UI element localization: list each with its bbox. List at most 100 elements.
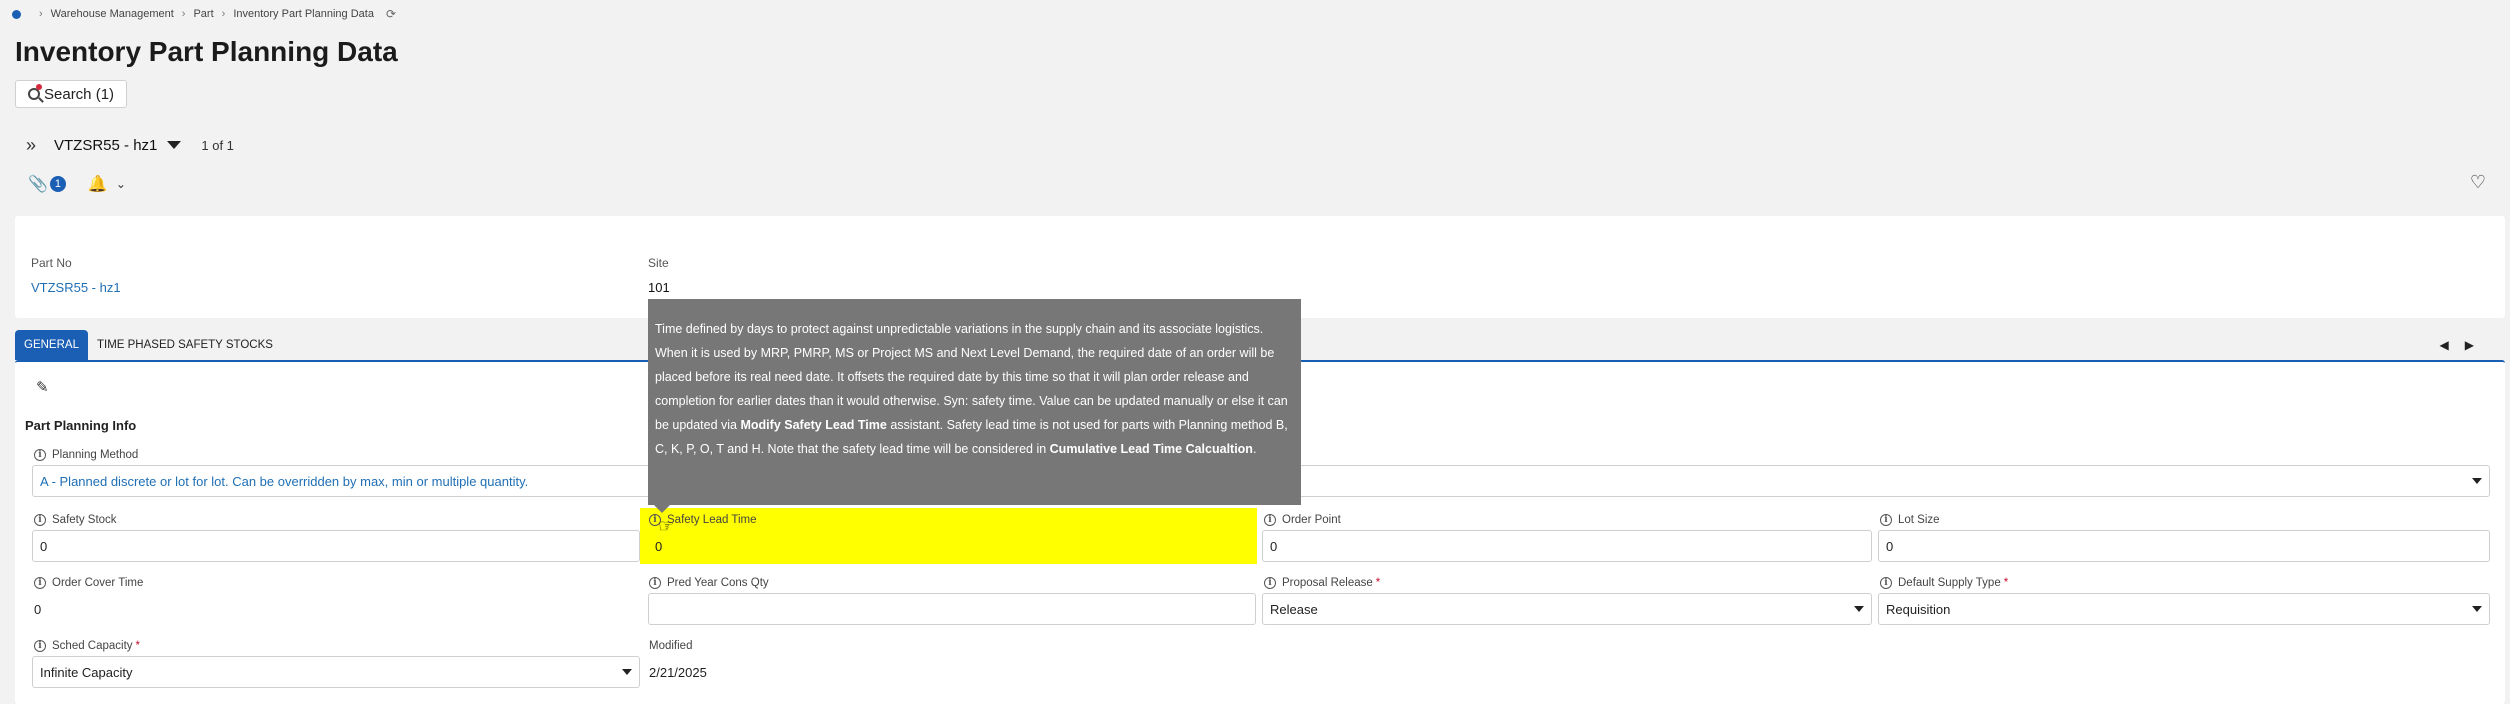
info-icon[interactable]: i <box>1264 514 1276 526</box>
chevron-left-icon[interactable]: ◀ <box>2440 338 2465 352</box>
modified-value: 2/21/2025 <box>649 664 707 680</box>
default-supply-type-label: i Default Supply Type * <box>1880 575 2008 591</box>
tooltip-text: Time defined by days to protect against … <box>655 322 1288 432</box>
breadcrumb-separator: › <box>181 8 186 20</box>
toolbar: 📎 1 🔔 ⌄ <box>28 174 126 194</box>
tooltip-bold-text: Modify Safety Lead Time <box>740 418 887 432</box>
safety-stock-value: 0 <box>40 538 48 554</box>
part-no-link[interactable]: VTZSR55 - hz1 <box>31 280 121 295</box>
order-cover-time-value: 0 <box>34 601 42 617</box>
breadcrumb-separator: › <box>39 8 43 20</box>
breadcrumb-item-warehouse[interactable]: Warehouse Management <box>51 8 174 20</box>
planning-method-label-text: Planning Method <box>52 449 139 461</box>
part-no-label: Part No <box>31 256 72 270</box>
breadcrumb-item-part[interactable]: Part <box>193 8 213 20</box>
pred-year-cons-qty-label: i Pred Year Cons Qty <box>649 575 769 591</box>
info-icon[interactable]: i <box>1880 514 1892 526</box>
sched-capacity-value: Infinite Capacity <box>40 664 133 680</box>
home-icon[interactable] <box>12 9 21 19</box>
order-point-value: 0 <box>1270 538 1278 554</box>
info-icon[interactable]: i <box>1264 577 1276 589</box>
sched-capacity-select[interactable]: Infinite Capacity <box>32 656 640 688</box>
chevron-down-icon <box>2472 606 2482 612</box>
bell-icon[interactable]: 🔔 <box>88 174 108 194</box>
breadcrumb-item-current: Inventory Part Planning Data <box>233 8 374 20</box>
sched-capacity-label-text: Sched Capacity <box>52 640 133 652</box>
planning-method-value: A - Planned discrete or lot for lot. Can… <box>40 473 529 489</box>
planning-method-label: i Planning Method <box>34 447 138 463</box>
safety-stock-label-text: Safety Stock <box>52 514 117 526</box>
required-marker: * <box>1375 577 1381 589</box>
default-supply-type-value: Requisition <box>1886 601 1951 617</box>
lot-size-value: 0 <box>1886 538 1894 554</box>
record-count: 1 of 1 <box>201 137 234 153</box>
proposal-release-label: i Proposal Release * <box>1264 575 1380 591</box>
order-cover-time-label: i Order Cover Time <box>34 575 143 591</box>
tab-scroll-arrows: ◀▶ <box>2440 338 2490 352</box>
default-supply-type-label-text: Default Supply Type <box>1898 577 2001 589</box>
chevron-down-icon <box>2472 478 2482 484</box>
chevron-down-icon <box>622 669 632 675</box>
info-icon[interactable]: i <box>34 577 46 589</box>
edit-icon[interactable]: ✎ <box>36 378 49 396</box>
info-icon[interactable]: i <box>34 449 46 461</box>
tooltip-text: . <box>1252 442 1257 456</box>
lot-size-input[interactable]: 0 <box>1878 530 2490 562</box>
safety-lead-time-label-text: Safety Lead Time <box>667 514 757 526</box>
proposal-release-select[interactable]: Release <box>1262 593 1872 625</box>
lot-size-label-text: Lot Size <box>1898 514 1940 526</box>
modified-value-field: 2/21/2025 <box>642 656 1250 688</box>
tooltip-arrow <box>654 505 670 513</box>
proposal-release-label-text: Proposal Release <box>1282 577 1373 589</box>
site-value: 101 <box>648 280 670 295</box>
pred-year-cons-qty-input[interactable] <box>648 593 1256 625</box>
info-icon[interactable]: i <box>34 514 46 526</box>
default-supply-type-select[interactable]: Requisition <box>1878 593 2490 625</box>
chevron-down-icon[interactable]: ⌄ <box>116 177 126 191</box>
search-button-label: Search (1) <box>44 85 115 103</box>
search-active-indicator <box>36 84 42 90</box>
safety-lead-time-value: 0 <box>655 538 663 554</box>
order-cover-time-value-field: 0 <box>27 593 635 625</box>
site-label: Site <box>648 256 669 270</box>
order-cover-time-label-text: Order Cover Time <box>52 577 144 589</box>
order-point-input[interactable]: 0 <box>1262 530 1872 562</box>
tab-bar: GENERAL TIME PHASED SAFETY STOCKS <box>15 330 282 360</box>
page-title: Inventory Part Planning Data <box>15 36 398 67</box>
refresh-icon[interactable]: ⟳ <box>386 7 396 21</box>
chevron-down-icon <box>1854 606 1864 612</box>
sched-capacity-label: i Sched Capacity * <box>34 638 140 654</box>
breadcrumb-separator: › <box>221 8 226 20</box>
paperclip-icon[interactable]: 📎 <box>28 174 48 194</box>
tab-general[interactable]: GENERAL <box>15 330 88 360</box>
heart-icon[interactable]: ♡ <box>2470 172 2486 193</box>
info-icon[interactable]: i <box>34 640 46 652</box>
search-button[interactable]: Search (1) <box>15 80 128 108</box>
expand-icon[interactable]: » <box>26 135 36 156</box>
safety-lead-time-tooltip: Time defined by days to protect against … <box>648 299 1301 513</box>
section-title: Part Planning Info <box>25 418 137 433</box>
safety-stock-input[interactable]: 0 <box>32 530 640 562</box>
mouse-cursor-icon: ☞ <box>658 516 675 536</box>
tooltip-bold-text: Cumulative Lead Time Calcualtion <box>1049 442 1253 456</box>
attachment-count-badge: 1 <box>49 176 66 192</box>
proposal-release-value: Release <box>1270 601 1318 617</box>
order-point-label: i Order Point <box>1264 512 1341 528</box>
info-icon[interactable]: i <box>649 577 661 589</box>
required-marker: * <box>135 640 141 652</box>
tab-time-phased-safety-stocks[interactable]: TIME PHASED SAFETY STOCKS <box>88 330 282 360</box>
safety-lead-time-input[interactable]: 0 <box>648 530 1253 562</box>
breadcrumb: › Warehouse Management › Part › Inventor… <box>12 6 396 22</box>
lot-size-label: i Lot Size <box>1880 512 1940 528</box>
chevron-right-icon[interactable]: ▶ <box>2465 338 2490 352</box>
record-selector-bar: » VTZSR55 - hz1 1 of 1 <box>26 134 234 156</box>
modified-label-text: Modified <box>649 640 693 652</box>
info-icon[interactable]: i <box>1880 577 1892 589</box>
chevron-down-icon[interactable] <box>167 141 182 149</box>
record-selector[interactable]: VTZSR55 - hz1 <box>54 137 157 154</box>
safety-stock-label: i Safety Stock <box>34 512 117 528</box>
modified-label: Modified <box>649 638 692 654</box>
order-point-label-text: Order Point <box>1282 514 1341 526</box>
required-marker: * <box>2003 577 2009 589</box>
pred-year-cons-qty-label-text: Pred Year Cons Qty <box>667 577 769 589</box>
